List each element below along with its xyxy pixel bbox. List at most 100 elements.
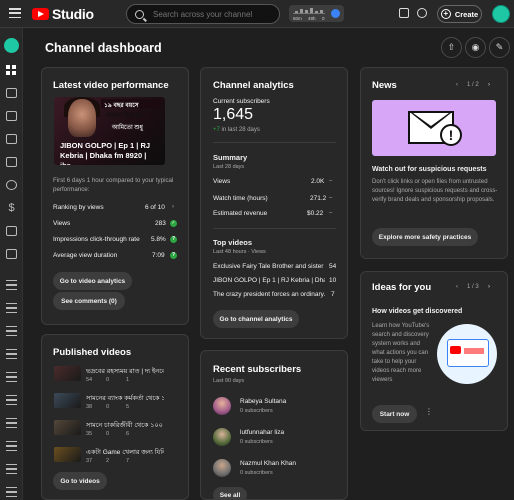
published-videos-title: Published videos (53, 347, 132, 358)
video-title-3[interactable]: সামনে চাকরিজীবী থেকে ১০০ ... (86, 420, 164, 431)
ranking-chevron-icon[interactable]: › (172, 204, 174, 210)
ctr-status-icon: ? (170, 236, 177, 243)
realtime-widget[interactable]: 60m 48h 0 (289, 5, 344, 22)
top-video-title-1[interactable]: Exclusive Fairy Tale Brother and sister … (213, 263, 325, 270)
recent-subscribers-title: Recent subscribers (213, 364, 302, 375)
playlist-icon-8[interactable] (6, 441, 17, 451)
video-thumbnail-4[interactable] (54, 447, 81, 462)
earn-icon[interactable]: $ (6, 203, 17, 214)
subscriber-change: +7 in last 28 days (213, 127, 260, 133)
likes-count-4: 7 (126, 458, 130, 464)
playlist-icon-6[interactable] (6, 395, 17, 405)
video-thumbnail-2[interactable] (54, 393, 81, 408)
video-thumbnail-3[interactable] (54, 420, 81, 435)
more-options-icon[interactable]: ⋮ (425, 407, 433, 416)
summary-views-label: Views (213, 178, 231, 185)
summary-views-value: 2.0K (311, 178, 325, 185)
see-comments-button[interactable]: See comments (0) (53, 292, 125, 310)
latest-video-title: Latest video performance (53, 80, 169, 91)
top-video-views-2: 10 (329, 277, 337, 284)
divider (213, 142, 336, 143)
search-input[interactable] (153, 9, 273, 19)
subscriber-name-1[interactable]: Rabeya Sultana (240, 398, 286, 405)
playlist-icon-4[interactable] (6, 349, 17, 359)
start-now-button[interactable]: Start now (372, 405, 417, 423)
avd-status-icon: ? (170, 252, 177, 259)
news-pager: 1 / 2 (467, 82, 479, 88)
subscriber-name-3[interactable]: Nazmul Khan Khan (240, 460, 296, 467)
search-bar[interactable] (126, 4, 280, 24)
news-headline[interactable]: Watch out for suspicious requests (372, 166, 486, 173)
copyright-icon[interactable] (6, 180, 17, 190)
logo-text: Studio (52, 6, 94, 22)
help-icon[interactable] (417, 8, 427, 18)
customization-icon[interactable] (6, 226, 17, 236)
subscriber-count-1: 0 subscribers (240, 408, 273, 414)
news-next-icon[interactable]: › (488, 82, 490, 88)
subscriber-avatar-1[interactable] (213, 397, 231, 415)
video-thumbnail-1[interactable] (54, 366, 81, 381)
create-button[interactable]: + Create (437, 5, 482, 23)
analytics-icon[interactable] (6, 111, 17, 121)
subscriber-count: 1,645 (213, 106, 254, 123)
content-icon[interactable] (6, 88, 17, 98)
community-icon[interactable] (6, 134, 17, 144)
subscriber-name-2[interactable]: lutfunnahar liza (240, 429, 284, 436)
feedback-icon[interactable] (399, 8, 409, 18)
account-avatar[interactable] (492, 5, 510, 23)
comparison-text: First 6 days 1 hour compared to your typ… (53, 177, 174, 193)
summary-watch-label: Watch time (hours) (213, 195, 268, 202)
avd-value: 7:09 (152, 252, 165, 259)
playlist-icon-3[interactable] (6, 326, 17, 336)
realtime-dot-icon (331, 9, 340, 18)
explore-safety-button[interactable]: Explore more safety practices (372, 228, 478, 246)
ideas-prev-icon[interactable]: ‹ (456, 284, 458, 290)
summary-period: Last 28 days (213, 164, 245, 170)
subscriber-avatar-3[interactable] (213, 459, 231, 477)
playlist-icon-9[interactable] (6, 464, 17, 474)
channel-analytics-button[interactable]: Go to channel analytics (213, 310, 299, 328)
audio-library-icon[interactable] (6, 249, 17, 259)
subscriber-avatar-2[interactable] (213, 428, 231, 446)
top-video-title-3[interactable]: The crazy president forces an ordinary..… (213, 291, 325, 298)
channel-avatar[interactable] (4, 38, 19, 53)
see-all-button[interactable]: See all (213, 487, 247, 500)
sidebar: $ (0, 28, 23, 500)
subscriber-count-3: 0 subscribers (240, 470, 273, 476)
latest-video-caption: JIBON GOLPO | Ep 1 | RJ Kebria | Dhaka f… (60, 141, 151, 165)
video-title-1[interactable]: ভদ্রবের রহস্যময় রাত | দ্য ইনবে... (86, 366, 164, 377)
thumb-text-3: আমিতো শুধু (112, 125, 143, 131)
video-analytics-button[interactable]: Go to video analytics (53, 272, 132, 290)
thumb-text-2: আমার বিয়ে হয় (106, 113, 143, 119)
playlist-icon-2[interactable] (6, 303, 17, 313)
dashboard-icon[interactable] (6, 65, 17, 75)
views-count-2: 38 (86, 404, 93, 410)
views-value: 283 (155, 220, 166, 227)
playlist-icon-1[interactable] (6, 280, 17, 290)
views-count-4: 37 (86, 458, 93, 464)
menu-icon[interactable] (9, 8, 21, 18)
thumb-face (68, 99, 96, 137)
page-title: Channel dashboard (45, 41, 162, 55)
playlist-icon-5[interactable] (6, 372, 17, 382)
subtitles-icon[interactable] (6, 157, 17, 167)
video-title-2[interactable]: সামনের ব্যাংক কর্মকর্তা থেকে ১... (86, 393, 164, 404)
video-stats-2: 38 0 5 (86, 404, 146, 410)
go-to-videos-button[interactable]: Go to videos (53, 472, 107, 490)
summary-watch-value: 271.2 (310, 195, 327, 202)
studio-logo[interactable]: Studio (32, 6, 94, 22)
playlist-icon-7[interactable] (6, 418, 17, 428)
likes-count-3: 6 (126, 431, 130, 437)
top-video-title-2[interactable]: JIBON GOLPO | Ep 1 | RJ Kebria | Dhak... (213, 277, 325, 284)
upload-icon[interactable]: ⇧ (441, 37, 462, 58)
subscriber-delta-period: in last 28 days (221, 127, 260, 133)
realtime-bars (293, 7, 325, 14)
video-title-4[interactable]: একটা Game খেলার জন্য যিনি হ... (86, 447, 164, 458)
latest-video-thumbnail[interactable]: ১৯ বছর বয়সে আমার বিয়ে হয় আমিতো শুধু J… (54, 97, 165, 165)
news-prev-icon[interactable]: ‹ (456, 82, 458, 88)
top-videos-title: Top videos (213, 238, 253, 247)
go-live-icon[interactable]: ◉ (465, 37, 486, 58)
create-post-icon[interactable]: ✎ (489, 37, 510, 58)
ideas-next-icon[interactable]: › (488, 284, 490, 290)
playlist-icon-10[interactable] (6, 487, 17, 497)
